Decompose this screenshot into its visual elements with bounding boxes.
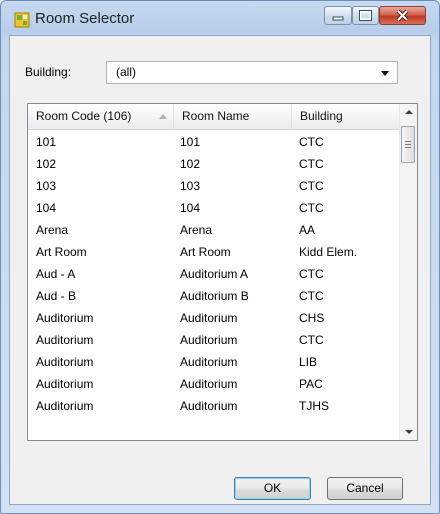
chevron-down-icon	[381, 71, 389, 76]
table-row[interactable]: Auditorium Auditorium CHS	[28, 308, 400, 330]
building-label: Building:	[25, 65, 72, 79]
table-row[interactable]: 101 101 CTC	[28, 132, 400, 154]
column-header-room-code[interactable]: Room Code (106)	[28, 104, 174, 129]
minimize-button[interactable]	[324, 6, 352, 25]
table-row[interactable]: Auditorium Auditorium PAC	[28, 374, 400, 396]
column-header-room-name[interactable]: Room Name	[174, 104, 292, 129]
building-value: (all)	[116, 65, 136, 79]
table-row[interactable]: Aud - B Auditorium B CTC	[28, 286, 400, 308]
grip-icon	[405, 144, 411, 145]
table-row[interactable]: Aud - A Auditorium A CTC	[28, 264, 400, 286]
scroll-down-icon[interactable]	[400, 423, 417, 440]
table-row[interactable]: 104 104 CTC	[28, 198, 400, 220]
close-icon	[396, 9, 409, 22]
vertical-scrollbar[interactable]	[399, 104, 417, 440]
ok-button[interactable]: OK	[234, 477, 311, 500]
sort-ascending-icon	[159, 114, 167, 119]
table-row[interactable]: Arena Arena AA	[28, 220, 400, 242]
list-header: Room Code (106) Room Name Building	[28, 104, 400, 130]
table-row[interactable]: 103 103 CTC	[28, 176, 400, 198]
close-button[interactable]	[379, 6, 426, 25]
maximize-button[interactable]	[352, 6, 379, 25]
table-row[interactable]: Auditorium Auditorium TJHS	[28, 396, 400, 418]
scrollbar-thumb[interactable]	[401, 126, 415, 163]
building-dropdown[interactable]: (all)	[106, 61, 398, 84]
window-title: Room Selector	[35, 10, 135, 27]
scroll-up-icon[interactable]	[400, 104, 417, 121]
grip-icon	[405, 147, 411, 148]
table-row[interactable]: Art Room Art Room Kidd Elem.	[28, 242, 400, 264]
room-selector-icon	[14, 12, 30, 28]
table-row[interactable]: Auditorium Auditorium LIB	[28, 352, 400, 374]
table-row[interactable]: 102 102 CTC	[28, 154, 400, 176]
minimize-icon	[332, 16, 344, 21]
grip-icon	[405, 141, 411, 142]
column-header-building[interactable]: Building	[292, 104, 400, 129]
cancel-button[interactable]: Cancel	[327, 477, 403, 500]
table-row[interactable]: Auditorium Auditorium CTC	[28, 330, 400, 352]
room-list[interactable]: Room Code (106) Room Name Building 101 10…	[27, 103, 418, 441]
title-bar[interactable]: Room Selector	[1, 1, 439, 35]
maximize-icon	[359, 10, 372, 21]
